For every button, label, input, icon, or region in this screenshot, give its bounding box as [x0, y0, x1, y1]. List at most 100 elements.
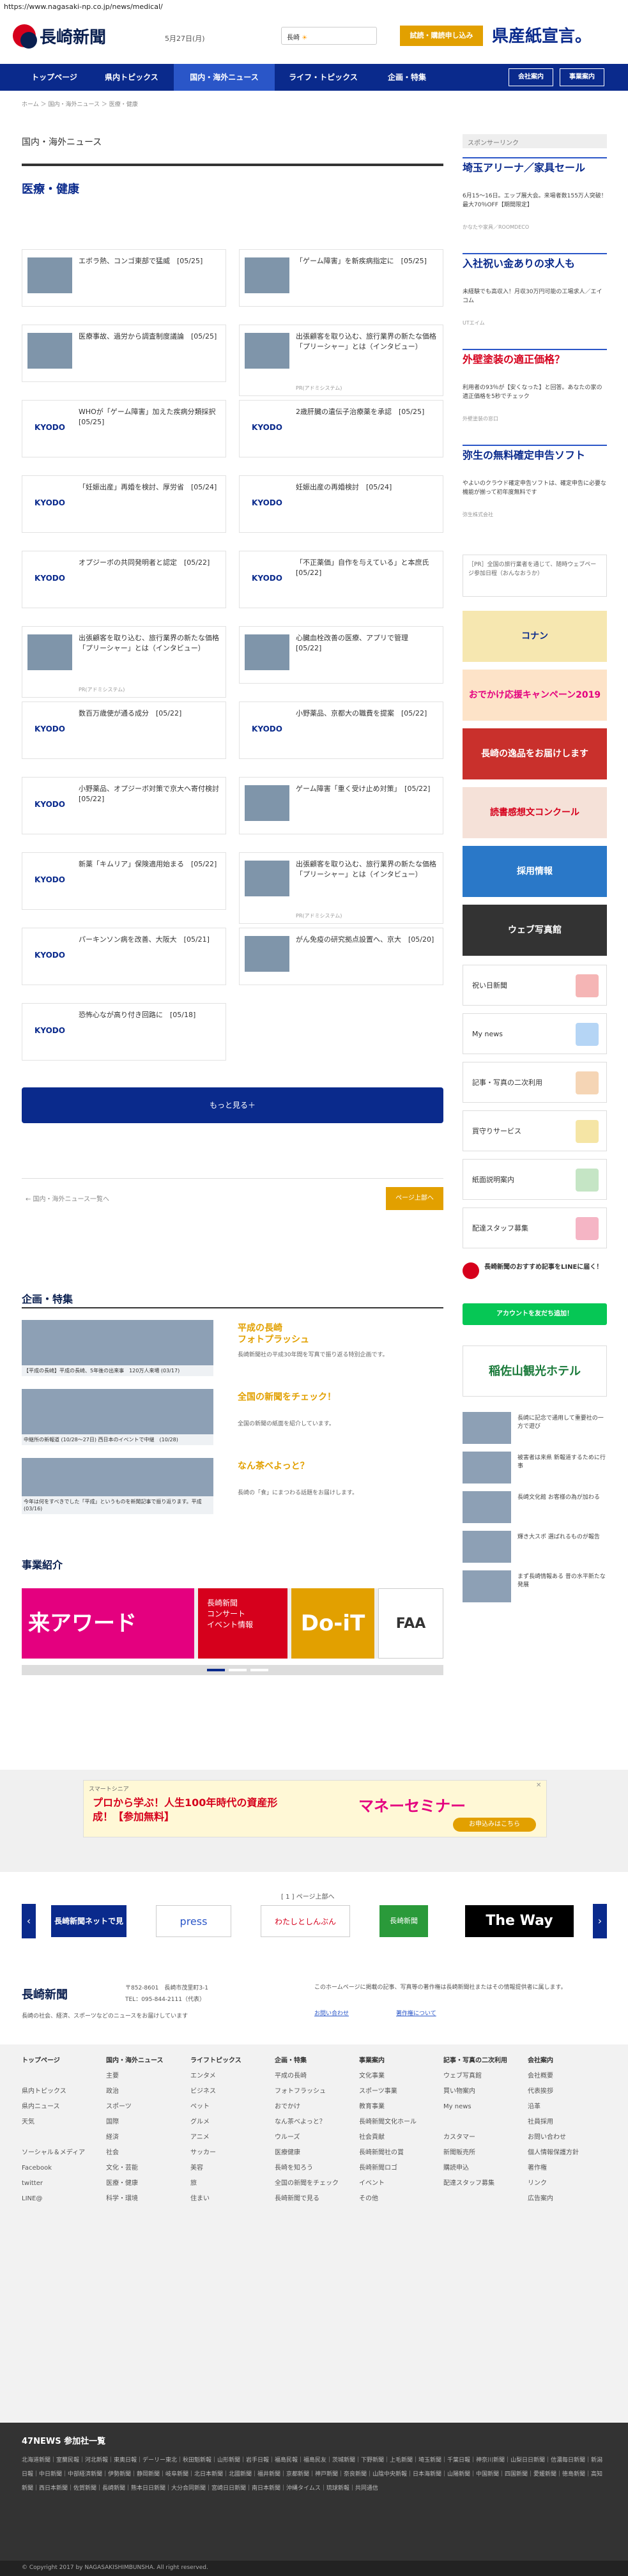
sidebar-news-thumbnail[interactable]	[463, 1491, 511, 1523]
article-card[interactable]: KYODO 妊娠出産の再婚検討 [05/24]	[239, 475, 443, 533]
footer-link[interactable]: 沿革	[528, 2101, 607, 2113]
sidebar-banner[interactable]: おでかけ応援キャンペーン2019	[463, 670, 607, 721]
ad-close-icon[interactable]: ✕	[536, 1782, 541, 1789]
footer-link[interactable]: 個人情報保護方針	[528, 2147, 607, 2159]
article-card[interactable]: KYODO 「不正薬価」自作を与えている」と本庶氏 [05/22]	[239, 551, 443, 608]
footer-link[interactable]: My news	[443, 2101, 523, 2113]
sidebar-ad-heading[interactable]: 埼玉アリーナ／家具セール	[463, 157, 607, 175]
footer-link[interactable]: 記事・写真の二次利用	[443, 2055, 523, 2067]
article-title[interactable]: がん免疫の研究拠点設置へ、京大 [05/20]	[296, 935, 438, 945]
footer-link[interactable]: 医療健康	[275, 2147, 354, 2159]
nav-company[interactable]: 会社案内	[509, 68, 553, 86]
footer-link[interactable]: 社会貢献	[359, 2131, 438, 2144]
footer-link[interactable]: 平成の長崎	[275, 2070, 354, 2083]
footer-link[interactable]: 新聞販売所	[443, 2147, 523, 2159]
sidebar-news-thumbnail[interactable]	[463, 1412, 511, 1444]
footer-link[interactable]: 買い物案内	[443, 2085, 523, 2098]
article-title[interactable]: 妊娠出産の再婚検討 [05/24]	[296, 482, 438, 493]
article-title[interactable]: オプジーボの共同発明者と認定 [05/22]	[79, 558, 220, 568]
article-card[interactable]: 出張顧客を取り込む、旅行業界の新たな価格「プリーシャー」とは（インタビュー） PR…	[22, 626, 226, 698]
sidebar-news-title[interactable]: 長崎文化館 お客様の為が加わる	[517, 1494, 607, 1502]
article-title[interactable]: 出張顧客を取り込む、旅行業界の新たな価格「プリーシャー」とは（インタビュー）	[296, 332, 438, 352]
carousel-dot[interactable]	[250, 1669, 268, 1671]
footer-link[interactable]: 文化・芸能	[106, 2162, 185, 2175]
footer-link[interactable]: 長崎新聞文化ホール	[359, 2116, 438, 2129]
footer-link[interactable]: 医療・健康	[106, 2177, 185, 2190]
feature-image[interactable]: 今年は何をすべきでした「平成」というものを新聞記事で振り返ります。平成 (03/…	[22, 1458, 213, 1514]
footer-link[interactable]: カスタマー	[443, 2131, 523, 2144]
sidebar-banner[interactable]: 採用情報	[463, 846, 607, 897]
award-banner[interactable]: 来アワード	[22, 1588, 194, 1659]
footer-link[interactable]: スポーツ事業	[359, 2085, 438, 2098]
page-top-button[interactable]: ページ上部へ	[386, 1187, 443, 1210]
footer-link[interactable]: 長崎新聞で見る	[275, 2193, 354, 2205]
sidebar-banner[interactable]: 長崎の逸品をお届けします	[463, 728, 607, 779]
back-to-list-link[interactable]: ← 国内・海外ニュース一覧へ	[26, 1193, 109, 1203]
doit-banner[interactable]: Do-iT	[291, 1588, 374, 1659]
sidebar-link[interactable]: 記事・写真の二次利用	[463, 1062, 607, 1103]
partner-page-nav[interactable]: [ 1 ] ページ上部へ	[281, 1891, 335, 1901]
more-button[interactable]: もっと見る＋	[22, 1087, 443, 1123]
concert-banner[interactable]: 長崎新聞 コンサート イベント情報	[198, 1588, 287, 1659]
sidebar-news-title[interactable]: 輝き大スポ 選ばれるものが報告	[517, 1533, 607, 1542]
footer-link[interactable]: 代表挨拶	[528, 2085, 607, 2098]
article-title[interactable]: パーキンソン病を改善、大阪大 [05/21]	[79, 935, 220, 945]
subscribe-button[interactable]: 試読・購読申し込み	[400, 26, 483, 46]
site-logo[interactable]: 長崎新聞	[40, 24, 106, 48]
sidebar-ad-body[interactable]: 利用者の93％が【安くなった】と回答。あなたの家の適正価格を5秒でチェック	[463, 383, 607, 401]
footer-link[interactable]: スポーツ	[106, 2101, 185, 2113]
nav-feature[interactable]: 企画・特集	[372, 64, 442, 91]
footer-link[interactable]: 配達スタッフ募集	[443, 2177, 523, 2190]
footer-link[interactable]: twitter	[22, 2177, 101, 2190]
footer-link[interactable]: 企画・特集	[275, 2055, 354, 2067]
footer-link[interactable]: Facebook	[22, 2162, 101, 2175]
footer-link[interactable]: グルメ	[190, 2116, 270, 2129]
footer-link[interactable]: 政治	[106, 2085, 185, 2098]
sidebar-news-thumbnail[interactable]	[463, 1452, 511, 1483]
nav-world[interactable]: 国内・海外ニュース	[174, 64, 275, 91]
sidebar-ad-heading[interactable]: 外壁塗装の適正価格？	[463, 349, 607, 367]
footer-link[interactable]: 県内トピックス	[22, 2085, 101, 2098]
article-card[interactable]: KYODO 恐怖心なが高り付き回路に [05/18]	[22, 1003, 226, 1061]
article-title[interactable]: 医療事故、過労から調査制度議論 [05/25]	[79, 332, 220, 342]
article-title[interactable]: 出張顧客を取り込む、旅行業界の新たな価格「プリーシャー」とは（インタビュー）	[296, 859, 438, 880]
article-title[interactable]: 「妊娠出産」再婚を検討、厚労省 [05/24]	[79, 482, 220, 493]
n47-list[interactable]: 北海道新聞｜室蘭民報｜河北新報｜東奥日報｜デーリー東北｜秋田魁新報｜山形新聞｜岩…	[22, 2453, 607, 2496]
sidebar-notice[interactable]: ［PR］全国の旅行業者を通じて、随時ウェブページ参加日程（おんなおうか）	[463, 555, 607, 597]
sidebar-link[interactable]: 紙面説明案内	[463, 1159, 607, 1200]
footer-link[interactable]: 長崎新聞社の賞	[359, 2147, 438, 2159]
article-title[interactable]: 小野薬品、京都大の職費を提案 [05/22]	[296, 709, 438, 719]
article-title[interactable]: WHOが「ゲーム障害」加えた疾病分類採択 [05/25]	[79, 407, 222, 427]
carousel-dot[interactable]	[229, 1669, 247, 1671]
article-card[interactable]: KYODO パーキンソン病を改善、大阪大 [05/21]	[22, 928, 226, 985]
article-card[interactable]: KYODO 小野薬品、オプジーボ対策で京大へ寄付検討 [05/22]	[22, 777, 226, 834]
sidebar-link[interactable]: 配達スタッフ募集	[463, 1208, 607, 1248]
sidebar-ad-body[interactable]: やよいのクラウド確定申告ソフトは、確定申告に必要な機能が揃って初年度無料です	[463, 479, 607, 497]
feature-heading[interactable]: 平成の長崎 フォトプラッシュ	[238, 1322, 442, 1346]
partner-banner[interactable]: press	[156, 1905, 231, 1937]
footer-link[interactable]: なん茶べよっと？	[275, 2116, 354, 2129]
article-title[interactable]: 出張顧客を取り込む、旅行業界の新たな価格「プリーシャー」とは（インタビュー）	[79, 633, 220, 654]
footer-link[interactable]: 長崎を知ろう	[275, 2162, 354, 2175]
article-title[interactable]: エボラ熱、コンゴ東部で猛威 [05/25]	[79, 256, 220, 266]
footer-link[interactable]: 文化事業	[359, 2070, 438, 2083]
sidebar-news-title[interactable]: 長崎に記念で通用して重要社の一方で遊び	[517, 1414, 607, 1431]
ad-cta-button[interactable]: お申込みはこちら	[453, 1818, 536, 1832]
feature-image[interactable]: 中継所の新報道 (10/28〜27日) 西日本のイベントで中継 (10/28)	[22, 1389, 213, 1445]
footer-link[interactable]: ビジネス	[190, 2085, 270, 2098]
article-card[interactable]: 心臓血栓改善の医療、アプリで管理 [05/22]	[239, 626, 443, 684]
sidebar-ad-body[interactable]: 6月15〜16日。エップ展大会。来場者数155万人突破！最大70％OFF【期間限…	[463, 192, 607, 210]
feature-heading[interactable]: なん茶べよっと？	[238, 1460, 442, 1472]
weather-widget[interactable]: 長崎 ☀	[281, 27, 377, 45]
article-title[interactable]: 新薬「キムリア」保険適用始まる [05/22]	[79, 859, 220, 870]
footer-link[interactable]: 会社案内	[528, 2055, 607, 2067]
footer-link[interactable]: サッカー	[190, 2147, 270, 2159]
footer-link[interactable]: 主要	[106, 2070, 185, 2083]
article-title[interactable]: 心臓血栓改善の医療、アプリで管理 [05/22]	[296, 633, 438, 654]
article-card[interactable]: KYODO 2歳肝臓の遺伝子治療薬を承認 [05/25]	[239, 400, 443, 457]
article-card[interactable]: KYODO 新薬「キムリア」保険適用始まる [05/22]	[22, 852, 226, 910]
footer-link[interactable]: エンタメ	[190, 2070, 270, 2083]
partner-banner[interactable]: わたしとしんぶん	[261, 1905, 350, 1937]
sidebar-ad-heading[interactable]: 入社祝い金ありの求人も	[463, 253, 607, 271]
sidebar-link[interactable]: My news	[463, 1013, 607, 1054]
